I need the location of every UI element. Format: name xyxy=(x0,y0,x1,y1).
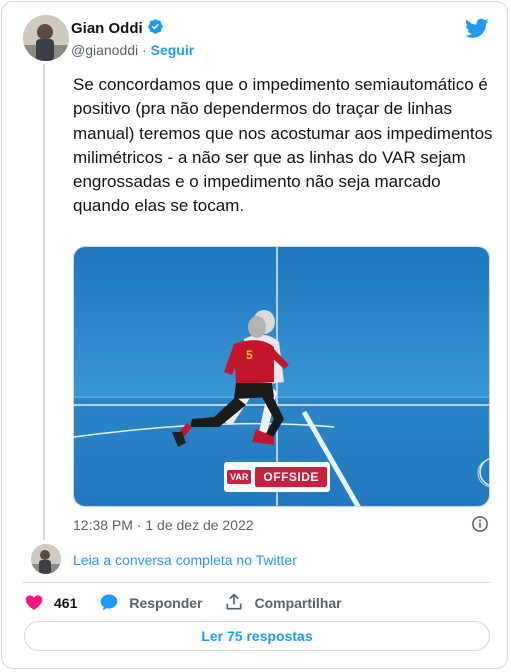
tweet-text: Se concordamos que o impedimento semiaut… xyxy=(73,75,493,216)
reply-action[interactable]: Responder xyxy=(99,592,202,615)
verified-badge-icon xyxy=(147,18,164,39)
action-bar: 461 Responder Compartilhar xyxy=(24,592,364,614)
twitter-bird-icon[interactable] xyxy=(465,16,489,45)
info-icon[interactable] xyxy=(471,515,489,538)
divider xyxy=(23,582,490,583)
reply-label: Responder xyxy=(129,595,203,611)
thread-line xyxy=(43,64,45,540)
offside-badge: VAR OFFSIDE xyxy=(224,462,330,492)
offside-label: OFFSIDE xyxy=(255,467,327,487)
heart-icon[interactable] xyxy=(24,592,44,615)
share-action[interactable]: Compartilhar xyxy=(224,592,342,615)
author-name[interactable]: Gian Oddi xyxy=(71,20,143,37)
follow-link[interactable]: Seguir xyxy=(151,42,195,58)
author-avatar[interactable] xyxy=(23,15,69,61)
var-label: VAR xyxy=(227,470,252,484)
like-count: 461 xyxy=(54,595,78,611)
author-handle[interactable]: @gianoddi xyxy=(71,42,138,58)
read-replies-button[interactable]: Ler 75 respostas xyxy=(24,621,490,651)
tweet-timestamp[interactable]: 12:38 PM · 1 de dez de 2022 xyxy=(73,517,254,533)
read-conversation-link[interactable]: Leia a conversa completa no Twitter xyxy=(73,552,297,568)
tweet-media[interactable]: 5 VAR OFFSIDE xyxy=(73,246,490,507)
author-handle-row: @gianoddi · Seguir xyxy=(71,42,194,58)
share-icon[interactable] xyxy=(224,592,244,615)
reply-bubble-icon[interactable] xyxy=(99,592,119,615)
separator-dot: · xyxy=(142,42,147,58)
like-action[interactable]: 461 xyxy=(24,592,77,615)
tweet-embed-card: Gian Oddi @gianoddi · Seguir Se concorda… xyxy=(1,1,508,669)
author-name-row[interactable]: Gian Oddi xyxy=(71,18,164,39)
conversation-avatar[interactable] xyxy=(31,544,61,574)
svg-text:5: 5 xyxy=(246,348,253,362)
share-label: Compartilhar xyxy=(254,595,342,611)
